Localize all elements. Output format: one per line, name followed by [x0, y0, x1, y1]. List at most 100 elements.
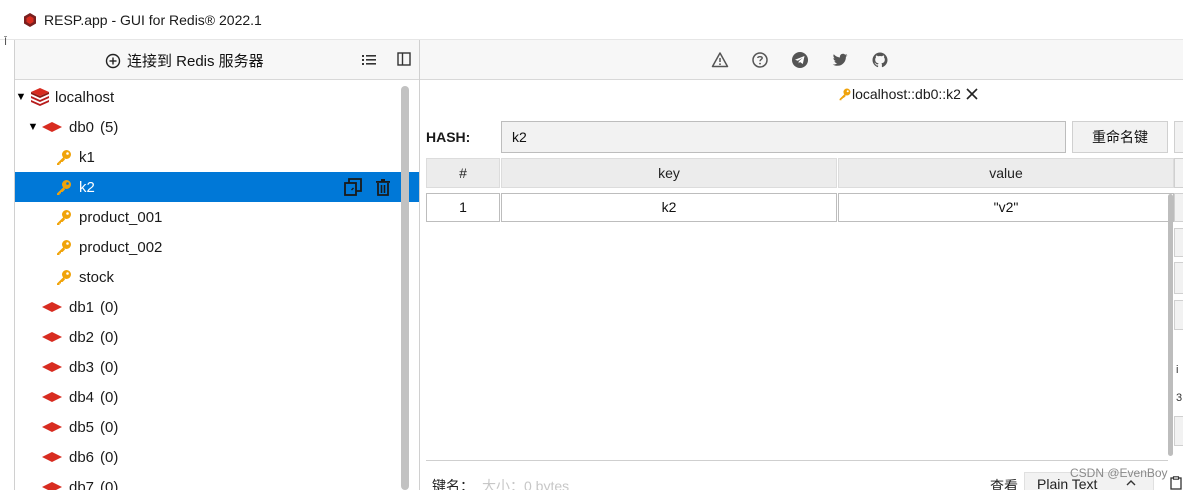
- tree-item-label: k2: [79, 178, 95, 196]
- key-size-status: 大小：0 bytes: [482, 478, 570, 490]
- tree-scrollbar[interactable]: [399, 82, 411, 490]
- right-edge-button[interactable]: [1174, 300, 1183, 330]
- database-icon: [42, 422, 62, 432]
- connect-to-redis-button[interactable]: 连接到 Redis 服务器: [105, 50, 264, 71]
- sidebar-header: 连接到 Redis 服务器: [15, 40, 419, 80]
- scrollbar-thumb[interactable]: [1168, 194, 1173, 456]
- warning-icon[interactable]: [711, 51, 729, 69]
- column-header-value[interactable]: value: [838, 158, 1174, 188]
- clipboard-icon[interactable]: [1170, 476, 1182, 490]
- right-edge-button[interactable]: [1174, 416, 1183, 446]
- scrollbar-thumb[interactable]: [401, 86, 409, 490]
- telegram-icon[interactable]: [791, 51, 809, 69]
- connection-sidebar: 连接到 Redis 服务器 ▼ localhost ▼ db0 (5) k1 k…: [14, 40, 420, 490]
- edge-glyph: Ī: [4, 36, 8, 48]
- table-cell-value[interactable]: "v2": [838, 193, 1174, 222]
- key-name-status: 键名：: [432, 478, 474, 490]
- key-count: (0): [100, 328, 119, 346]
- watermark: CSDN @EvenBoy: [1070, 466, 1168, 480]
- tree-item-label: db6: [69, 448, 95, 466]
- tree-item-label: k1: [79, 148, 95, 166]
- tree-item-db5[interactable]: db5 (0): [15, 412, 419, 442]
- key-count: (5): [100, 118, 119, 136]
- database-icon: [42, 392, 62, 402]
- connect-button-label: 连接到 Redis 服务器: [127, 53, 264, 70]
- title-bar: RESP.app - GUI for Redis® 2022.1: [0, 0, 1183, 40]
- database-icon: [42, 482, 62, 490]
- tree-item-key-product-002[interactable]: product_002: [15, 232, 419, 262]
- database-icon: [42, 122, 62, 132]
- database-icon: [42, 362, 62, 372]
- tree-item-label: db2: [69, 328, 95, 346]
- key-type-label: HASH:: [426, 129, 471, 145]
- key-icon: [839, 88, 851, 101]
- redis-server-icon: [31, 88, 49, 106]
- tree-item-label: localhost: [55, 88, 115, 106]
- tree-item-db3[interactable]: db3 (0): [15, 352, 419, 382]
- right-edge-button[interactable]: [1174, 121, 1183, 153]
- tree-item-key-k1[interactable]: k1: [15, 142, 419, 172]
- column-header-index[interactable]: #: [426, 158, 500, 188]
- tree-item-label: product_002: [79, 238, 163, 256]
- right-edge-button[interactable]: [1174, 262, 1183, 294]
- tree-item-label: product_001: [79, 208, 163, 226]
- key-icon: [57, 210, 71, 225]
- copy-key-icon[interactable]: [343, 177, 363, 197]
- key-count: (0): [100, 358, 119, 376]
- column-header-key[interactable]: key: [501, 158, 837, 188]
- tree-item-label: db1: [69, 298, 95, 316]
- resp-app-icon: [24, 12, 36, 27]
- key-count: (0): [100, 478, 119, 490]
- top-toolbar: [420, 40, 1183, 80]
- connection-tree: ▼ localhost ▼ db0 (5) k1 k2 product_001 …: [15, 82, 419, 490]
- plus-circle-icon: [105, 53, 121, 68]
- tree-item-label: db4: [69, 388, 95, 406]
- list-view-icon[interactable]: [361, 52, 377, 68]
- tree-item-label: db7: [69, 478, 95, 490]
- row-actions: [343, 177, 393, 197]
- tree-item-label: db0: [69, 118, 95, 136]
- database-icon: [42, 302, 62, 312]
- database-icon: [42, 332, 62, 342]
- tree-item-db4[interactable]: db4 (0): [15, 382, 419, 412]
- tree-item-key-k2[interactable]: k2: [15, 172, 419, 202]
- table-cell-key[interactable]: k2: [501, 193, 837, 222]
- table-cell-index[interactable]: 1: [426, 193, 500, 222]
- tree-item-db6[interactable]: db6 (0): [15, 442, 419, 472]
- tree-item-key-stock[interactable]: stock: [15, 262, 419, 292]
- key-icon: [57, 150, 71, 165]
- tree-item-label: db3: [69, 358, 95, 376]
- right-edge-glyph: i: [1176, 364, 1179, 376]
- main-panel: localhost::db0::k2 HASH: 重命名键 i 3 # key …: [420, 40, 1183, 490]
- tree-item-db0[interactable]: ▼ db0 (5): [15, 112, 419, 142]
- key-count: (0): [100, 418, 119, 436]
- tree-item-db7[interactable]: db7 (0): [15, 472, 419, 490]
- twitter-icon[interactable]: [831, 51, 849, 69]
- tree-item-key-product-001[interactable]: product_001: [15, 202, 419, 232]
- hash-table: # key value 1 k2 "v2": [426, 158, 1174, 460]
- split-panel-icon[interactable]: [397, 52, 411, 66]
- expand-caret-icon[interactable]: ▼: [27, 121, 39, 133]
- trash-icon[interactable]: [373, 177, 393, 197]
- tab-localhost-db0-k2[interactable]: localhost::db0::k2: [838, 86, 979, 102]
- tree-item-localhost[interactable]: ▼ localhost: [15, 82, 419, 112]
- database-icon: [42, 452, 62, 462]
- key-name-input[interactable]: [501, 121, 1066, 153]
- tab-label: localhost::db0::k2: [852, 86, 961, 102]
- tree-item-label: stock: [79, 268, 115, 286]
- table-scrollbar[interactable]: [1167, 158, 1175, 460]
- github-icon[interactable]: [871, 51, 889, 69]
- key-count: (0): [100, 448, 119, 466]
- tree-item-db1[interactable]: db1 (0): [15, 292, 419, 322]
- divider: [426, 460, 1168, 461]
- rename-key-button[interactable]: 重命名键: [1072, 121, 1168, 153]
- right-edge-button[interactable]: [1174, 228, 1183, 257]
- key-icon: [57, 240, 71, 255]
- tree-item-db2[interactable]: db2 (0): [15, 322, 419, 352]
- right-edge-button[interactable]: [1174, 193, 1183, 222]
- expand-caret-icon[interactable]: ▼: [15, 91, 27, 103]
- close-icon[interactable]: [965, 87, 979, 101]
- right-edge-button[interactable]: [1174, 158, 1183, 188]
- help-icon[interactable]: [751, 51, 769, 69]
- key-icon: [57, 270, 71, 285]
